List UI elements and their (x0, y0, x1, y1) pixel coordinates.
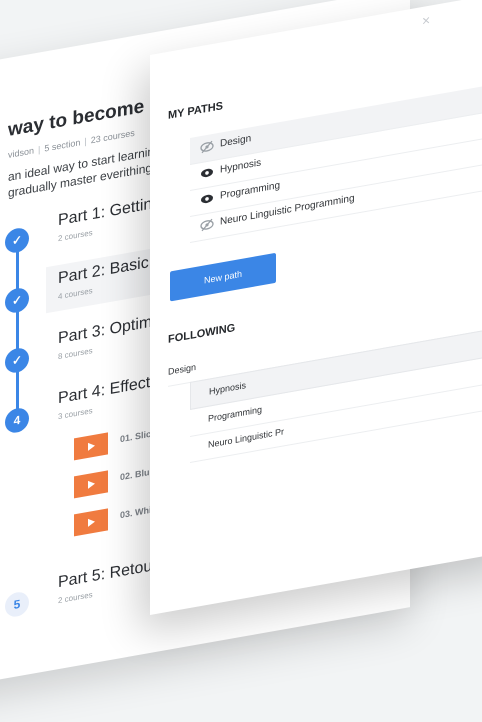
course-count: 23 courses (90, 127, 135, 146)
play-icon[interactable] (74, 508, 108, 537)
part-subtitle: 2 courses (58, 590, 93, 606)
course-title: way to become a (8, 93, 161, 142)
step-check-icon: ✓ (5, 286, 29, 315)
eye-icon[interactable] (200, 166, 214, 180)
play-icon[interactable] (74, 432, 108, 461)
part-subtitle: 8 courses (58, 346, 93, 362)
path-label: Programming (220, 180, 281, 202)
path-label: Design (220, 133, 252, 150)
play-icon[interactable] (74, 470, 108, 499)
close-icon[interactable]: × (422, 12, 430, 29)
part-subtitle: 2 courses (58, 228, 93, 244)
following-label: Neuro Linguistic Pr (208, 426, 285, 450)
path-label: Hypnosis (220, 157, 262, 176)
course-author: vidson (8, 145, 35, 161)
following-label: Design (168, 361, 197, 377)
my-paths-heading: MY PATHS (168, 100, 224, 122)
part-subtitle: 4 courses (58, 286, 93, 302)
step-number-5: 5 (5, 590, 29, 619)
part-subtitle: 3 courses (58, 406, 93, 422)
eye-off-icon[interactable] (200, 218, 214, 232)
timeline-line (16, 239, 19, 428)
eye-icon[interactable] (200, 192, 214, 206)
paths-panel: × MY PATHS Design Hypnosis Programming N… (150, 0, 482, 615)
new-path-button[interactable]: New path (170, 252, 276, 302)
scene: way to become a vidson | 5 section | 23 cour… (0, 0, 482, 722)
following-heading: FOLLOWING (168, 321, 236, 346)
following-label: Programming (208, 404, 263, 424)
step-number-4: 4 (5, 406, 29, 435)
following-label: Hypnosis (209, 380, 247, 397)
eye-off-icon[interactable] (200, 140, 214, 154)
step-check-icon: ✓ (5, 226, 29, 255)
step-check-icon: ✓ (5, 346, 29, 375)
course-sections: 5 section (44, 137, 81, 154)
